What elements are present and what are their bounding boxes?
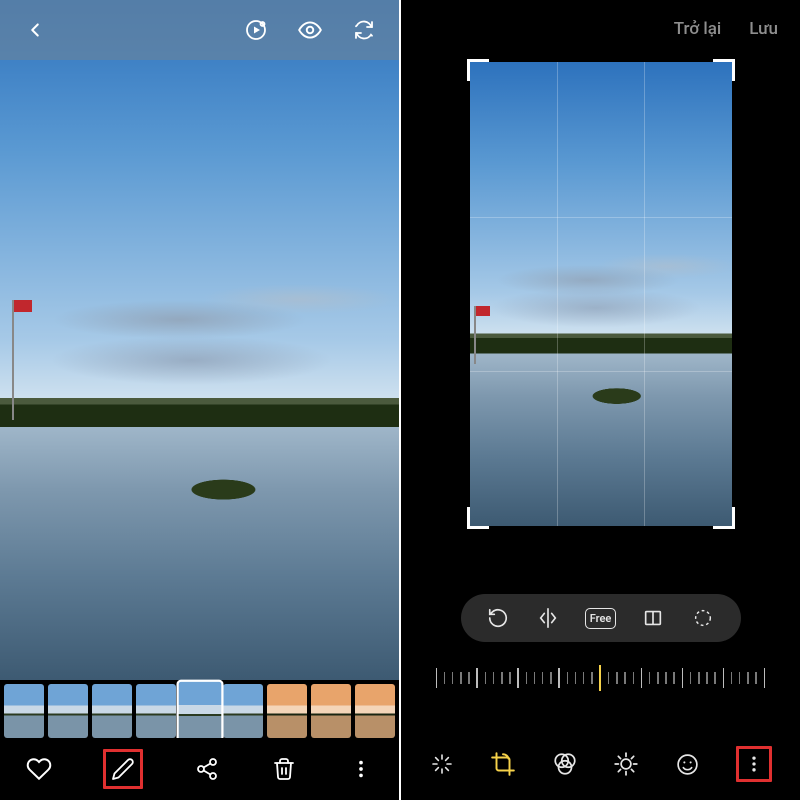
favorite-button[interactable] [26,756,52,782]
auto-enhance-button[interactable] [429,751,455,777]
photo-editor-screen: Trở lại Lưu Free [401,0,800,800]
perspective-button[interactable] [640,605,666,631]
crop-handle-bl[interactable] [467,507,489,529]
viewer-top-bar [0,0,399,60]
more-vertical-icon [744,754,764,774]
ruler-center-marker [599,665,601,691]
crop-tool-pill: Free [461,594,741,642]
editor-back-button[interactable]: Trở lại [674,19,721,39]
main-photo[interactable] [0,0,399,680]
aspect-ratio-button[interactable]: Free [585,608,617,629]
thumbnail[interactable] [92,684,132,738]
editor-bottom-bar [401,728,800,800]
lasso-button[interactable] [690,605,716,631]
photo-viewer-screen [0,0,399,800]
more-button[interactable] [348,756,374,782]
thumbnail[interactable] [267,684,307,738]
thumbnail[interactable] [48,684,88,738]
flagpole-detail [12,300,14,420]
thumbnail[interactable] [136,684,176,738]
edit-button-highlighted[interactable] [103,749,143,789]
sticker-tab[interactable] [675,751,701,777]
sync-icon[interactable] [351,17,377,43]
thumbnail[interactable] [355,684,395,738]
flag-detail [14,300,32,312]
filters-tab[interactable] [552,751,578,777]
thumbnail-selected[interactable] [177,681,222,741]
adjust-tab[interactable] [613,751,639,777]
thumbnail[interactable] [223,684,263,738]
thumbnail[interactable] [4,684,44,738]
share-button[interactable] [194,756,220,782]
crop-handle-tl[interactable] [467,59,489,81]
thumbnail[interactable] [311,684,351,738]
editor-more-button-highlighted[interactable] [736,746,772,782]
thumbnail-strip[interactable] [0,684,399,738]
flag-detail [476,306,490,316]
rotate-button[interactable] [485,605,511,631]
crop-handle-br[interactable] [713,507,735,529]
editor-save-button[interactable]: Lưu [749,19,778,39]
crop-handle-tr[interactable] [713,59,735,81]
crop-tab-active[interactable] [490,751,516,777]
delete-button[interactable] [271,756,297,782]
crop-canvas[interactable] [470,62,732,526]
rotation-ruler[interactable] [401,658,800,698]
pencil-icon [111,757,135,781]
rule-of-thirds-grid [470,62,732,526]
flip-horizontal-button[interactable] [535,605,561,631]
back-button[interactable] [22,17,48,43]
video-play-icon[interactable] [243,17,269,43]
editor-header: Trở lại Lưu [401,0,800,58]
view-eye-icon[interactable] [297,17,323,43]
viewer-bottom-bar [0,738,399,800]
